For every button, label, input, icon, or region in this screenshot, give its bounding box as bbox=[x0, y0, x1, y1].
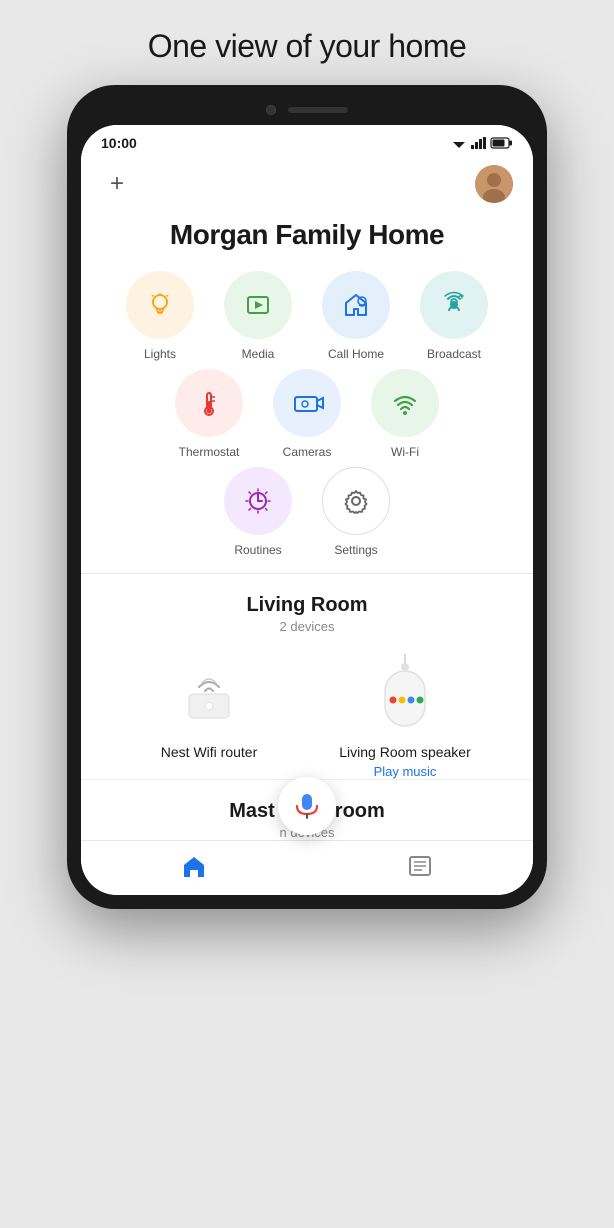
speaker-icon-box bbox=[365, 654, 445, 734]
wifi-icon bbox=[389, 387, 421, 419]
master-room-title-part1: Mast bbox=[229, 800, 275, 823]
media-icon-circle bbox=[224, 271, 292, 339]
lights-button[interactable]: Lights bbox=[115, 271, 205, 361]
icon-row-1: Lights Media bbox=[97, 271, 517, 361]
thermostat-button[interactable]: Thermostat bbox=[164, 369, 254, 459]
page-tagline: One view of your home bbox=[128, 0, 487, 85]
home-nav-icon bbox=[181, 853, 207, 879]
home-title: Morgan Family Home bbox=[81, 215, 533, 271]
callhome-label: Call Home bbox=[328, 347, 384, 361]
settings-label: Settings bbox=[334, 543, 377, 557]
earpiece bbox=[288, 107, 348, 113]
living-room-section: Living Room 2 devices bbox=[81, 594, 533, 779]
divider bbox=[81, 573, 533, 574]
wifi-label: Wi-Fi bbox=[391, 445, 419, 459]
callhome-button[interactable]: Call Home bbox=[311, 271, 401, 361]
phone-frame: 10:00 bbox=[67, 85, 547, 909]
thermostat-icon bbox=[193, 387, 225, 419]
settings-icon bbox=[340, 485, 372, 517]
lights-icon-circle bbox=[126, 271, 194, 339]
bottom-area: Mast room n devices bbox=[81, 779, 533, 895]
speaker-svg bbox=[375, 654, 435, 734]
battery-icon bbox=[491, 137, 513, 149]
cameras-icon-circle bbox=[273, 369, 341, 437]
lights-icon bbox=[144, 289, 176, 321]
top-bar: + bbox=[81, 157, 533, 215]
routines-icon bbox=[242, 485, 274, 517]
media-label: Media bbox=[242, 347, 275, 361]
cameras-label: Cameras bbox=[283, 445, 332, 459]
cameras-button[interactable]: Cameras bbox=[262, 369, 352, 459]
nav-home[interactable] bbox=[164, 853, 224, 879]
wifi-button[interactable]: Wi-Fi bbox=[360, 369, 450, 459]
device-row: Nest Wifi router bbox=[101, 654, 513, 779]
status-time: 10:00 bbox=[101, 135, 137, 151]
routines-button[interactable]: Routines bbox=[213, 467, 303, 557]
wifi-icon-circle bbox=[371, 369, 439, 437]
add-button[interactable]: + bbox=[101, 168, 133, 200]
cameras-icon bbox=[291, 387, 323, 419]
broadcast-icon-circle bbox=[420, 271, 488, 339]
nest-wifi-device[interactable]: Nest Wifi router bbox=[139, 654, 279, 760]
front-camera bbox=[266, 105, 276, 115]
broadcast-button[interactable]: Broadcast bbox=[409, 271, 499, 361]
routines-label: Routines bbox=[234, 543, 281, 557]
list-nav-icon bbox=[407, 853, 433, 879]
lights-label: Lights bbox=[144, 347, 176, 361]
room-title: Living Room bbox=[101, 594, 513, 617]
wifi-status-icon bbox=[451, 137, 467, 149]
settings-icon-circle bbox=[322, 467, 390, 535]
broadcast-label: Broadcast bbox=[427, 347, 481, 361]
room-device-count: 2 devices bbox=[101, 619, 513, 634]
bottom-nav bbox=[81, 840, 533, 895]
mic-icon bbox=[293, 792, 321, 820]
phone-notch bbox=[81, 99, 533, 125]
callhome-icon-circle bbox=[322, 271, 390, 339]
phone-screen: 10:00 bbox=[81, 125, 533, 895]
nav-list[interactable] bbox=[390, 853, 450, 879]
app-content: + Morgan Family Home bbox=[81, 157, 533, 895]
master-room-title-part2: room bbox=[335, 800, 385, 823]
signal-icon bbox=[471, 137, 487, 149]
icon-grid: Lights Media bbox=[81, 271, 533, 557]
broadcast-icon bbox=[438, 289, 470, 321]
nest-wifi-icon bbox=[169, 654, 249, 734]
status-bar: 10:00 bbox=[81, 125, 533, 157]
router-svg bbox=[169, 659, 249, 729]
thermostat-icon-circle bbox=[175, 369, 243, 437]
callhome-icon bbox=[340, 289, 372, 321]
media-button[interactable]: Media bbox=[213, 271, 303, 361]
thermostat-label: Thermostat bbox=[179, 445, 240, 459]
avatar[interactable] bbox=[475, 165, 513, 203]
media-icon bbox=[242, 289, 274, 321]
status-icons bbox=[451, 137, 513, 149]
routines-icon-circle bbox=[224, 467, 292, 535]
living-room-speaker-device[interactable]: Living Room speaker Play music bbox=[335, 654, 475, 779]
play-music-link[interactable]: Play music bbox=[374, 764, 437, 779]
icon-row-2: Thermostat Cameras bbox=[97, 369, 517, 459]
icon-row-3: Routines Settings bbox=[97, 467, 517, 557]
speaker-name: Living Room speaker bbox=[339, 744, 471, 760]
settings-button[interactable]: Settings bbox=[311, 467, 401, 557]
nest-wifi-name: Nest Wifi router bbox=[161, 744, 257, 760]
mic-fab-button[interactable] bbox=[278, 777, 336, 835]
